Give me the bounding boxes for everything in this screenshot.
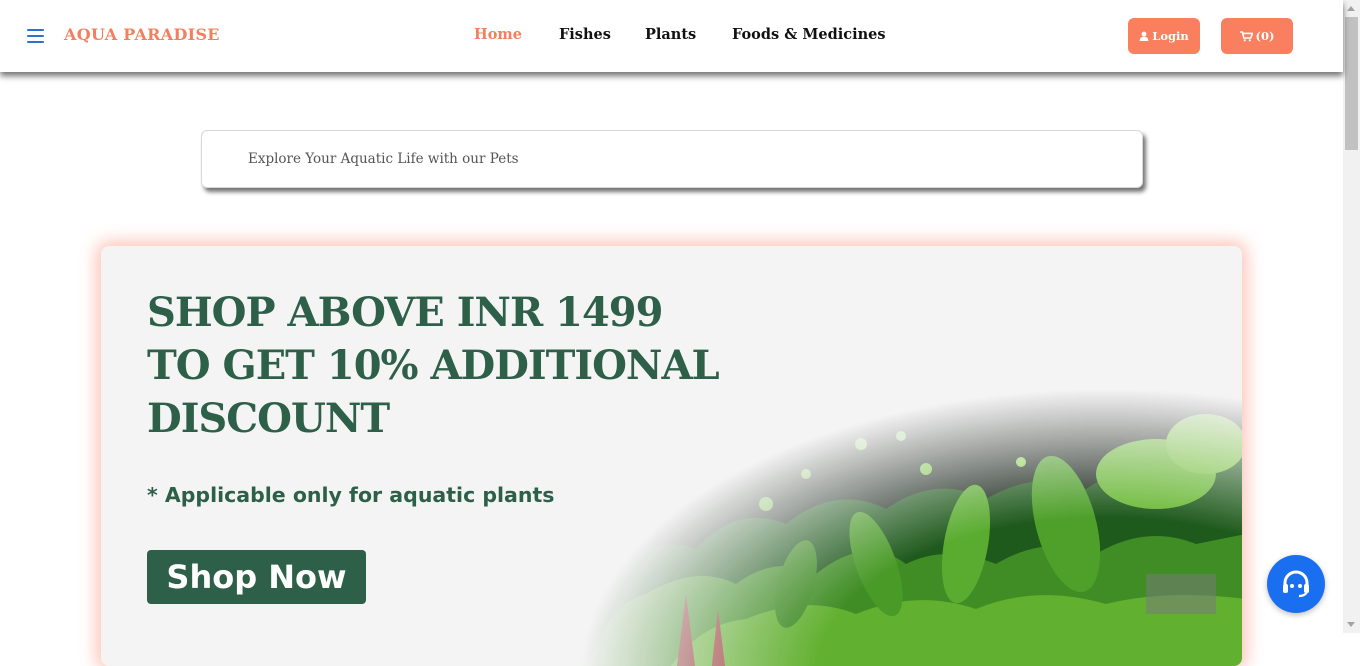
top-navbar: AQUA PARADISE Home Fishes Plants Foods &… — [0, 0, 1343, 72]
support-chat-button[interactable] — [1267, 555, 1325, 613]
nav-foods-medicines[interactable]: Foods & Medicines — [732, 26, 886, 43]
shopping-cart-icon — [1239, 30, 1253, 41]
search-placeholder: Explore Your Aquatic Life with our Pets — [248, 151, 519, 167]
cart-count: (0) — [1255, 29, 1275, 43]
login-button[interactable]: Login — [1128, 18, 1200, 54]
nav-fishes[interactable]: Fishes — [559, 26, 611, 43]
scrollbar-thumb[interactable] — [1345, 17, 1358, 150]
cart-button[interactable]: (0) — [1221, 18, 1293, 54]
scroll-up-arrow-icon[interactable] — [1347, 6, 1355, 11]
promo-banner: SHOP ABOVE INR 1499 TO GET 10% ADDITIONA… — [101, 246, 1242, 666]
shop-now-button[interactable]: Shop Now — [147, 550, 366, 604]
promo-subtext: * Applicable only for aquatic plants — [147, 483, 555, 507]
nav-home[interactable]: Home — [474, 26, 522, 43]
search-bar[interactable]: Explore Your Aquatic Life with our Pets — [201, 130, 1143, 188]
headset-support-icon — [1283, 570, 1309, 598]
scroll-down-arrow-icon[interactable] — [1347, 622, 1355, 627]
promo-headline: SHOP ABOVE INR 1499 TO GET 10% ADDITIONA… — [147, 289, 720, 442]
page-scrollbar[interactable] — [1343, 0, 1360, 633]
nav-plants[interactable]: Plants — [645, 26, 696, 43]
login-label: Login — [1152, 29, 1189, 43]
user-icon — [1139, 31, 1149, 41]
